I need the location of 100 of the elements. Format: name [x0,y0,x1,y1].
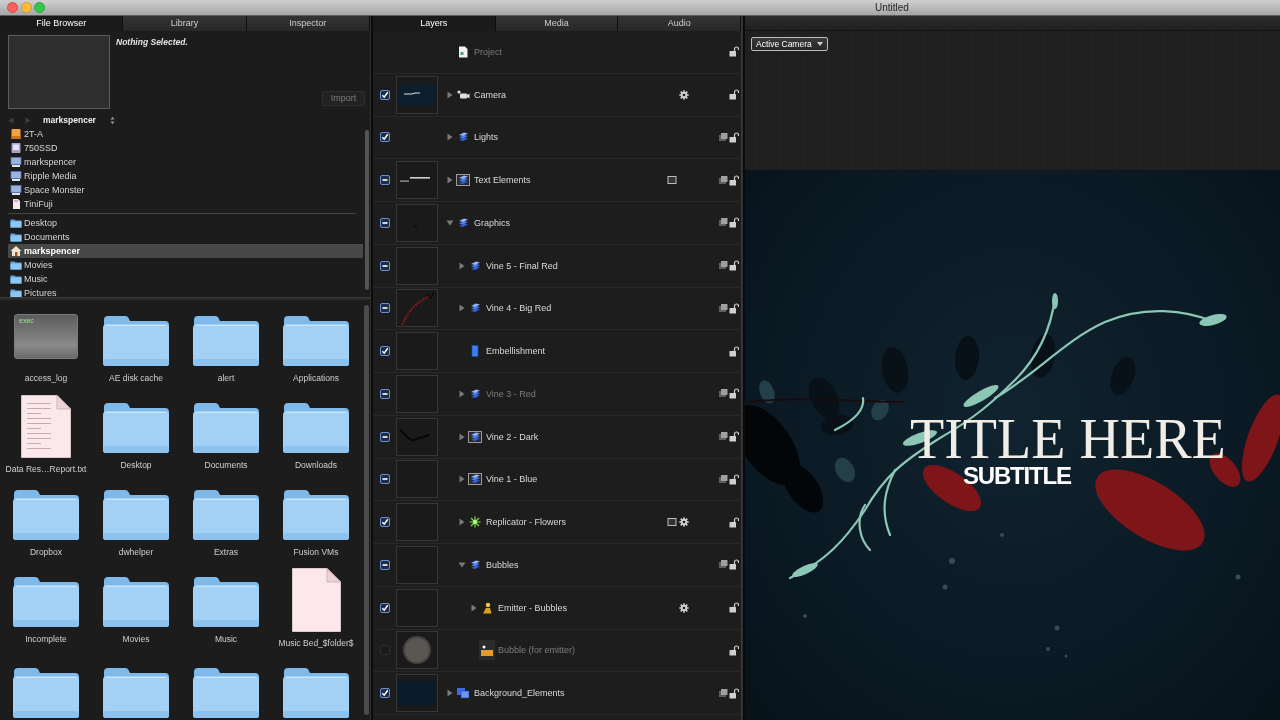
panel-tab[interactable]: Media [495,16,619,31]
stepper-icon[interactable] [109,115,115,125]
folder-icon[interactable] [102,489,170,541]
folder-icon[interactable] [102,667,170,719]
padlock-icon[interactable] [728,602,739,614]
disclosure-triangle-icon[interactable] [458,261,466,270]
disclosure-triangle-icon[interactable] [458,304,466,313]
disclosure-triangle-icon[interactable] [446,90,454,99]
frame-icon[interactable] [667,517,677,528]
panel-tab[interactable]: Inspector [246,16,370,31]
sidebar-item[interactable]: Documents [8,230,363,244]
visibility-checkbox[interactable] [380,175,390,186]
padlock-icon[interactable] [728,687,739,699]
visibility-checkbox[interactable] [380,431,390,442]
disclosure-triangle-icon[interactable] [458,475,466,484]
folder-icon[interactable] [282,315,350,367]
sidebar-item[interactable]: Space Monster [8,183,363,197]
folder-icon[interactable] [102,402,170,454]
disclosure-triangle-icon[interactable] [458,432,466,441]
sidebar-item[interactable]: TiniFuji [8,197,363,211]
visibility-checkbox[interactable] [380,474,390,485]
folder-icon[interactable] [12,489,80,541]
visibility-checkbox[interactable] [380,132,390,143]
sidebar-item[interactable]: 2T-A [8,127,363,141]
scrollbar[interactable] [364,305,369,715]
disclosure-triangle-icon[interactable] [458,518,466,527]
stack-icon[interactable] [717,388,728,399]
scrollbar[interactable] [365,130,369,290]
folder-icon[interactable] [12,667,80,719]
sidebar-item[interactable]: Pictures [8,286,363,297]
folder-icon[interactable] [192,315,260,367]
disclosure-triangle-icon[interactable] [446,133,454,142]
folder-icon[interactable] [192,402,260,454]
padlock-icon[interactable] [728,89,739,101]
disclosure-triangle-icon[interactable] [446,689,454,698]
stack-icon[interactable] [717,473,728,484]
disclosure-triangle-icon[interactable] [458,560,466,569]
disclosure-triangle-icon[interactable] [470,603,478,612]
panel-tab[interactable]: Layers [373,16,496,31]
panel-tab[interactable]: File Browser [0,16,124,31]
folder-icon[interactable] [102,576,170,628]
sidebar-item[interactable]: Desktop [8,216,363,230]
visibility-checkbox[interactable] [380,346,390,357]
sidebar-item[interactable]: 750SSD [8,141,363,155]
stack-icon[interactable] [717,431,728,442]
sidebar-item[interactable]: Movies [8,258,363,272]
stack-icon[interactable] [717,687,728,698]
panel-tab[interactable]: Library [123,16,247,31]
gear-icon[interactable] [679,89,689,100]
visibility-checkbox[interactable] [380,602,390,613]
disclosure-triangle-icon[interactable] [446,176,454,185]
visibility-checkbox[interactable] [380,303,390,314]
document-icon[interactable] [291,568,341,632]
layer-name: Vine 3 - Red [486,387,536,400]
visibility-checkbox[interactable] [380,517,390,528]
folder-icon[interactable] [102,315,170,367]
folder-icon[interactable] [282,667,350,719]
folder-icon[interactable] [192,576,260,628]
close-button[interactable] [7,2,18,13]
visibility-checkbox[interactable] [380,260,390,271]
disclosure-triangle-icon[interactable] [446,218,454,227]
window-title: Untitled [875,0,909,15]
visibility-checkbox[interactable] [380,688,390,699]
folder-icon[interactable] [192,667,260,719]
stack-icon[interactable] [717,131,728,142]
stack-icon[interactable] [717,174,728,185]
padlock-icon[interactable] [728,345,739,357]
padlock-icon[interactable] [728,473,739,485]
padlock-icon[interactable] [728,302,739,314]
folder-icon[interactable] [12,576,80,628]
sidebar-item[interactable]: markspencer [8,155,363,169]
padlock-icon[interactable] [728,431,739,443]
panel-tab[interactable]: Audio [618,16,741,31]
layer-name: Vine 1 - Blue [486,473,538,486]
sidebar-item[interactable]: Ripple Media [8,169,363,183]
folder-icon[interactable] [282,402,350,454]
visibility-checkbox[interactable] [380,89,390,100]
stack-icon[interactable] [717,559,728,570]
padlock-icon[interactable] [728,260,739,272]
gear-icon[interactable] [679,602,689,613]
padlock-icon[interactable] [728,559,739,571]
frame-icon[interactable] [667,175,677,186]
stack-icon[interactable] [717,260,728,271]
folder-icon[interactable] [282,489,350,541]
gear-icon[interactable] [679,517,689,528]
stack-icon[interactable] [717,302,728,313]
sidebar-item[interactable]: Music [8,272,363,286]
text-file-icon[interactable] [21,395,71,458]
folder-icon[interactable] [192,489,260,541]
folder-dropdown[interactable]: markspencer [41,114,117,126]
visibility-checkbox[interactable] [380,217,390,228]
padlock-icon[interactable] [728,174,739,186]
padlock-icon[interactable] [728,516,739,528]
sidebar-item[interactable]: markspencer [8,244,363,258]
stack-icon[interactable] [717,217,728,228]
padlock-icon[interactable] [728,217,739,229]
camera-dropdown[interactable]: Active Camera [751,37,828,51]
layer-name: Bubble (for emitter) [498,644,576,657]
visibility-checkbox[interactable] [380,559,390,570]
padlock-icon[interactable] [728,131,739,143]
